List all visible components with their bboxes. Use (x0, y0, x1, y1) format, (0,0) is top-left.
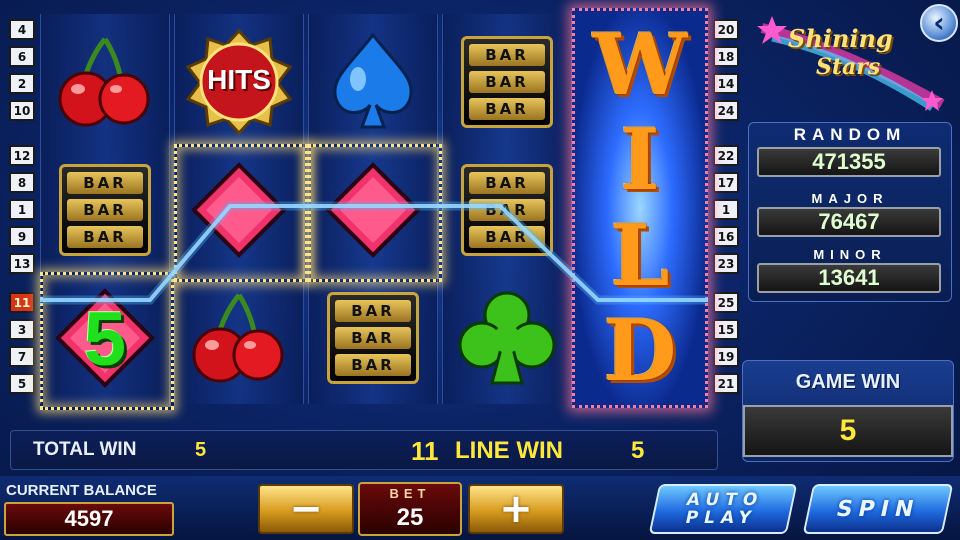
payline-number[interactable]: 12 (9, 145, 35, 166)
payline-number[interactable]: 25 (713, 292, 739, 313)
payline-number[interactable]: 1 (713, 199, 739, 220)
control-bar: CURRENT BALANCE 4597 − BET 25 + AUTO PLA… (0, 476, 960, 540)
game-logo: Shining Stars (752, 8, 948, 114)
balance-value: 4597 (4, 502, 174, 536)
minor-jackpot-value: 13641 (757, 263, 941, 293)
payline-number[interactable]: 20 (713, 19, 739, 40)
auto-play-label-line-2: PLAY (683, 508, 759, 528)
game-win-panel: GAME WIN 5 (742, 360, 954, 462)
payline-number[interactable]: 2 (9, 73, 35, 94)
payline-number[interactable]: 23 (713, 253, 739, 274)
payline-number[interactable]: 22 (713, 145, 739, 166)
minus-icon: − (289, 486, 323, 532)
payline-number[interactable]: 6 (9, 46, 35, 67)
major-jackpot-value: 76467 (757, 207, 941, 237)
game-win-value: 5 (743, 405, 953, 457)
plus-icon: + (499, 486, 533, 532)
payline-number[interactable]: 10 (9, 100, 35, 121)
payline-number[interactable]: 7 (9, 346, 35, 367)
payline-number[interactable]: 19 (713, 346, 739, 367)
game-win-label: GAME WIN (795, 371, 901, 393)
minor-jackpot-label: MINOR (813, 247, 887, 262)
payline-number[interactable]: 1 (9, 199, 35, 220)
payline-number[interactable]: 9 (9, 226, 35, 247)
payline-number[interactable]: 8 (9, 172, 35, 193)
chevron-left-icon: ‹ (933, 6, 945, 39)
payline-number-active[interactable]: 11 (9, 292, 35, 313)
spin-button[interactable]: SPIN (802, 484, 954, 534)
payline-number[interactable]: 4 (9, 19, 35, 40)
spin-label: SPIN (834, 496, 922, 522)
logo-line-2: Stars (816, 54, 881, 80)
win-line (40, 201, 708, 305)
payline-number[interactable]: 24 (713, 100, 739, 121)
balance-display: CURRENT BALANCE 4597 (4, 482, 174, 538)
payline-number[interactable]: 17 (713, 172, 739, 193)
bet-display: BET 25 (358, 482, 462, 536)
bet-decrease-button[interactable]: − (258, 484, 354, 534)
payline-number[interactable]: 18 (713, 46, 739, 67)
payline-number[interactable]: 5 (9, 373, 35, 394)
back-button[interactable]: ‹ (920, 4, 958, 42)
slot-machine-screen: 4 6 2 10 12 8 1 9 13 11 3 7 5 20 18 14 2… (0, 0, 960, 540)
line-win-label: LINE WIN (455, 437, 563, 464)
auto-play-label-line-1: AUTO (684, 490, 766, 510)
random-jackpot-value: 471355 (757, 147, 941, 177)
random-jackpot-label: RANDOM (793, 125, 907, 144)
payline-number[interactable]: 14 (713, 73, 739, 94)
total-win-label: TOTAL WIN (33, 439, 137, 460)
total-win-value: 5 (195, 439, 207, 461)
reel-area: BAR BAR BAR 5 HITS BAR BAR BAR BAR BAR B… (40, 8, 708, 410)
payline-number[interactable]: 15 (713, 319, 739, 340)
bet-label: BET (389, 486, 431, 501)
winning-line-number: 11 (411, 436, 439, 466)
payline-number[interactable]: 21 (713, 373, 739, 394)
payline-number[interactable]: 16 (713, 226, 739, 247)
payline-number[interactable]: 3 (9, 319, 35, 340)
logo-line-1: Shining (788, 24, 893, 53)
jackpot-panel: RANDOM 471355 MAJOR 76467 MINOR 13641 (748, 122, 952, 302)
win-info-bar: TOTAL WIN 5 11 LINE WIN 5 (10, 430, 718, 470)
bet-value: 25 (396, 504, 424, 531)
payline-number[interactable]: 13 (9, 253, 35, 274)
auto-play-button[interactable]: AUTO PLAY (648, 484, 798, 534)
bet-increase-button[interactable]: + (468, 484, 564, 534)
major-jackpot-label: MAJOR (811, 191, 889, 206)
balance-label: CURRENT BALANCE (6, 482, 157, 499)
line-win-value: 5 (631, 437, 645, 464)
